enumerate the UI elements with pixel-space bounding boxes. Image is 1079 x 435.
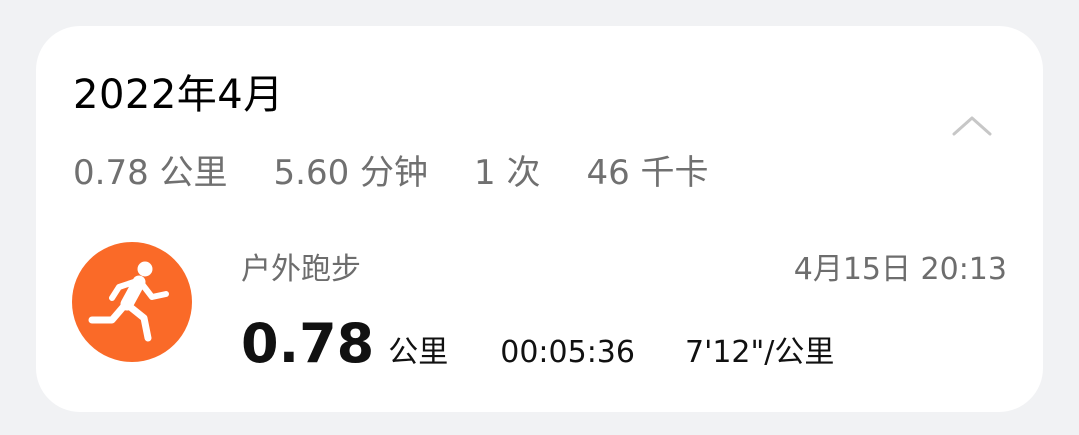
workout-count: 1 次	[474, 152, 541, 193]
record-distance-unit: 公里	[388, 335, 449, 370]
total-distance: 0.78 公里	[73, 152, 228, 193]
sport-type-label: 户外跑步	[241, 252, 361, 287]
collapse-button[interactable]	[944, 106, 1000, 146]
record-metrics: 0.78 公里 00:05:36 7'12"/公里	[241, 314, 834, 374]
workout-record-item[interactable]: 户外跑步 4月15日 20:13 0.78 公里 00:05:36 7'12"/…	[36, 236, 1043, 386]
running-person-icon	[72, 242, 192, 362]
record-datetime: 4月15日 20:13	[793, 252, 1007, 287]
total-calories: 46 千卡	[586, 152, 709, 193]
total-duration: 5.60 分钟	[273, 152, 429, 193]
summary-stats: 0.78 公里 5.60 分钟 1 次 46 千卡	[73, 144, 709, 194]
record-pace: 7'12"/公里	[684, 335, 835, 370]
chevron-up-icon	[952, 116, 992, 136]
month-title: 2022年4月	[73, 72, 284, 118]
record-distance-value: 0.78	[241, 312, 375, 375]
monthly-summary-card: 2022年4月 0.78 公里 5.60 分钟 1 次 46 千卡 户外跑步 4…	[36, 26, 1043, 412]
record-duration: 00:05:36	[500, 335, 635, 370]
